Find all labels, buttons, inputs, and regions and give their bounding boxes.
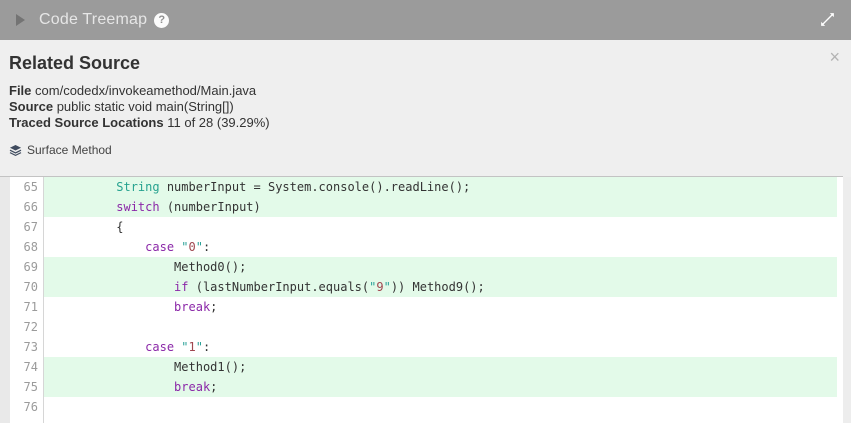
code-line: break; — [44, 297, 837, 317]
code-token-pln — [44, 280, 174, 294]
code-token-pln — [44, 240, 145, 254]
code-token-pln: Method0(); — [44, 260, 246, 274]
code-token-pln: ; — [210, 380, 217, 394]
code-token-kwd: break — [174, 380, 210, 394]
code-token-pln: Method1(); — [44, 360, 246, 374]
file-label: File — [9, 83, 31, 98]
code-token-stq: " — [181, 240, 188, 254]
code-token-pln: (lastNumberInput.equals( — [189, 280, 370, 294]
code-line: { — [44, 217, 837, 237]
code-token-pln — [44, 200, 116, 214]
code-line: case "1": — [44, 337, 837, 357]
code-token-kwd: break — [174, 300, 210, 314]
treemap-title: Code Treemap — [39, 11, 147, 29]
code-line-traced: Method0(); — [44, 257, 837, 277]
traced-locations-value: 11 of 28 (39.29%) — [167, 115, 269, 130]
code-line — [44, 317, 837, 337]
source-field: Source public static void main(String[]) — [9, 99, 841, 115]
code-token-typ: String — [116, 180, 159, 194]
code-token-stv: 0 — [189, 240, 196, 254]
line-number: 66 — [10, 197, 43, 217]
code-line-traced: String numberInput = System.console().re… — [44, 177, 837, 197]
code-token-stq: " — [384, 280, 391, 294]
traced-locations-field: Traced Source Locations 11 of 28 (39.29%… — [9, 115, 841, 131]
code-line: case "0": — [44, 237, 837, 257]
code-line-traced: break; — [44, 377, 837, 397]
traced-locations-label: Traced Source Locations — [9, 115, 164, 130]
code-viewer: 656667686970717273747576 String numberIn… — [0, 177, 851, 423]
line-number: 69 — [10, 257, 43, 277]
code-token-stq: " — [196, 240, 203, 254]
code-token-pln — [44, 380, 174, 394]
code-token-pln: ; — [210, 300, 217, 314]
line-number: 70 — [10, 277, 43, 297]
code-token-kwd: case — [145, 240, 174, 254]
code-token-pln — [44, 340, 145, 354]
line-number: 68 — [10, 237, 43, 257]
code-token-pln: )) Method9(); — [391, 280, 485, 294]
code-token-pln: (numberInput) — [160, 200, 261, 214]
line-number: 65 — [10, 177, 43, 197]
source-value: public static void main(String[]) — [57, 99, 234, 114]
source-label: Source — [9, 99, 53, 114]
code-left-margin — [0, 177, 10, 423]
close-icon[interactable]: × — [829, 48, 840, 66]
page-title: Related Source — [9, 53, 841, 74]
surface-method-badge: Surface Method — [9, 143, 841, 157]
code-line-traced: if (lastNumberInput.equals("9")) Method9… — [44, 277, 837, 297]
line-number: 74 — [10, 357, 43, 377]
line-number: 73 — [10, 337, 43, 357]
file-field: File com/codedx/invokeamethod/Main.java — [9, 83, 841, 99]
code-token-stv: 9 — [376, 280, 383, 294]
surface-method-label: Surface Method — [27, 143, 112, 157]
code-token-pln: numberInput = System.console().readLine(… — [160, 180, 471, 194]
code-token-stq: " — [181, 340, 188, 354]
code-token-pln: : — [203, 340, 210, 354]
layers-icon — [9, 144, 22, 157]
code-token-pln — [44, 300, 174, 314]
code-token-kwd: case — [145, 340, 174, 354]
related-source-panel: Related Source × File com/codedx/invokea… — [0, 40, 851, 177]
code-token-pln: { — [44, 220, 123, 234]
collapse-triangle-icon — [16, 14, 25, 26]
help-icon[interactable]: ? — [154, 13, 169, 28]
vertical-scrollbar[interactable] — [843, 177, 851, 423]
line-number-gutter: 656667686970717273747576 — [10, 177, 44, 423]
code-lines: String numberInput = System.console().re… — [44, 177, 837, 423]
code-token-stq: " — [196, 340, 203, 354]
code-token-pln — [44, 180, 116, 194]
code-line-traced: switch (numberInput) — [44, 197, 837, 217]
code-token-kwd: switch — [116, 200, 159, 214]
source-metadata: File com/codedx/invokeamethod/Main.java … — [9, 83, 841, 131]
code-token-stv: 1 — [189, 340, 196, 354]
line-number: 75 — [10, 377, 43, 397]
line-number: 72 — [10, 317, 43, 337]
file-value: com/codedx/invokeamethod/Main.java — [35, 83, 256, 98]
line-number: 71 — [10, 297, 43, 317]
code-line-traced: Method1(); — [44, 357, 837, 377]
line-number: 67 — [10, 217, 43, 237]
line-number: 76 — [10, 397, 43, 417]
code-line — [44, 397, 837, 417]
code-treemap-header[interactable]: Code Treemap ? — [0, 0, 851, 40]
code-token-pln: : — [203, 240, 210, 254]
code-token-kwd: if — [174, 280, 188, 294]
expand-icon[interactable] — [819, 11, 836, 28]
